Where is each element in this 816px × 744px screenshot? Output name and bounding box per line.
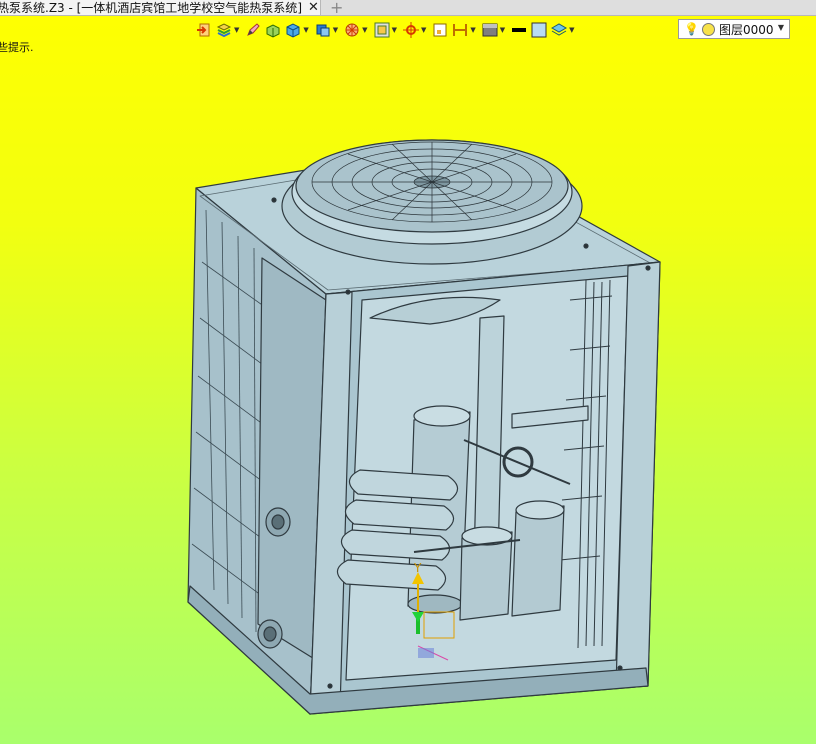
shading-icon xyxy=(482,23,498,37)
frame-button[interactable] xyxy=(432,19,448,41)
stack-button[interactable]: ▼ xyxy=(551,19,576,41)
fill-color-icon xyxy=(531,22,547,38)
cube-button[interactable]: ▼ xyxy=(285,19,310,41)
dropdown-arrow-icon[interactable]: ▼ xyxy=(392,26,397,34)
solid-button[interactable]: ▼ xyxy=(315,19,340,41)
render-icon xyxy=(345,23,359,37)
frame-icon xyxy=(433,23,447,37)
layer-select[interactable]: 💡 图层0000 ▼ xyxy=(678,19,790,39)
render-button[interactable]: ▼ xyxy=(344,19,369,41)
triad-y-label: Y xyxy=(413,561,422,575)
dropdown-arrow-icon[interactable]: ▼ xyxy=(362,26,367,34)
shape-button[interactable] xyxy=(265,19,281,41)
exit-icon xyxy=(197,23,210,37)
tab-title: 热泵系统.Z3 - [一体机酒店宾馆工地学校空气能热泵系统] xyxy=(0,1,302,15)
view-toolbar: ▼ ▼ ▼ ▼ ▼ ▼ ▼ ▼ ▼ xyxy=(196,19,581,41)
document-tab-strip: 热泵系统.Z3 - [一体机酒店宾馆工地学校空气能热泵系统] ✕ + xyxy=(0,0,816,17)
dimension-icon xyxy=(453,24,468,36)
view-button[interactable]: ▼ xyxy=(374,19,399,41)
shape-icon xyxy=(266,24,280,38)
layers-button[interactable]: ▼ xyxy=(216,19,241,41)
dropdown-arrow-icon[interactable]: ▼ xyxy=(333,26,338,34)
exit-button[interactable] xyxy=(196,19,212,41)
sketch-button[interactable] xyxy=(245,19,261,41)
dropdown-arrow-icon[interactable]: ▼ xyxy=(421,26,426,34)
fan-guard-rings xyxy=(311,141,553,223)
snap-button[interactable]: ▼ xyxy=(402,19,428,41)
dropdown-arrow-icon[interactable]: ▼ xyxy=(569,26,574,34)
dropdown-arrow-icon[interactable]: ▼ xyxy=(500,26,505,34)
chevron-down-icon[interactable]: ▼ xyxy=(778,23,784,32)
dropdown-arrow-icon[interactable]: ▼ xyxy=(303,26,308,34)
layer-select-value: 图层0000 xyxy=(718,22,774,37)
view-icon xyxy=(374,22,390,38)
fill-color-button[interactable] xyxy=(531,19,547,41)
document-tab[interactable]: 热泵系统.Z3 - [一体机酒店宾馆工地学校空气能热泵系统] ✕ xyxy=(0,0,321,15)
dropdown-arrow-icon[interactable]: ▼ xyxy=(470,26,475,34)
lightbulb-icon[interactable]: 💡 xyxy=(684,22,699,36)
layers-icon xyxy=(216,23,232,38)
3d-viewport[interactable]: Y xyxy=(0,42,816,744)
cube-icon xyxy=(286,23,300,38)
dimension-button[interactable]: ▼ xyxy=(452,19,477,41)
line-color-icon xyxy=(512,28,527,32)
snap-icon xyxy=(402,22,419,38)
pencil-icon xyxy=(247,23,261,36)
solid-icon xyxy=(316,24,330,37)
dropdown-arrow-icon[interactable]: ▼ xyxy=(234,26,239,34)
new-tab-button[interactable]: + xyxy=(330,0,343,17)
stack-icon xyxy=(551,23,568,36)
shading-button[interactable]: ▼ xyxy=(482,19,507,41)
line-color-button[interactable] xyxy=(511,19,527,41)
close-icon[interactable]: ✕ xyxy=(308,0,319,15)
layer-color-icon[interactable] xyxy=(701,22,715,36)
